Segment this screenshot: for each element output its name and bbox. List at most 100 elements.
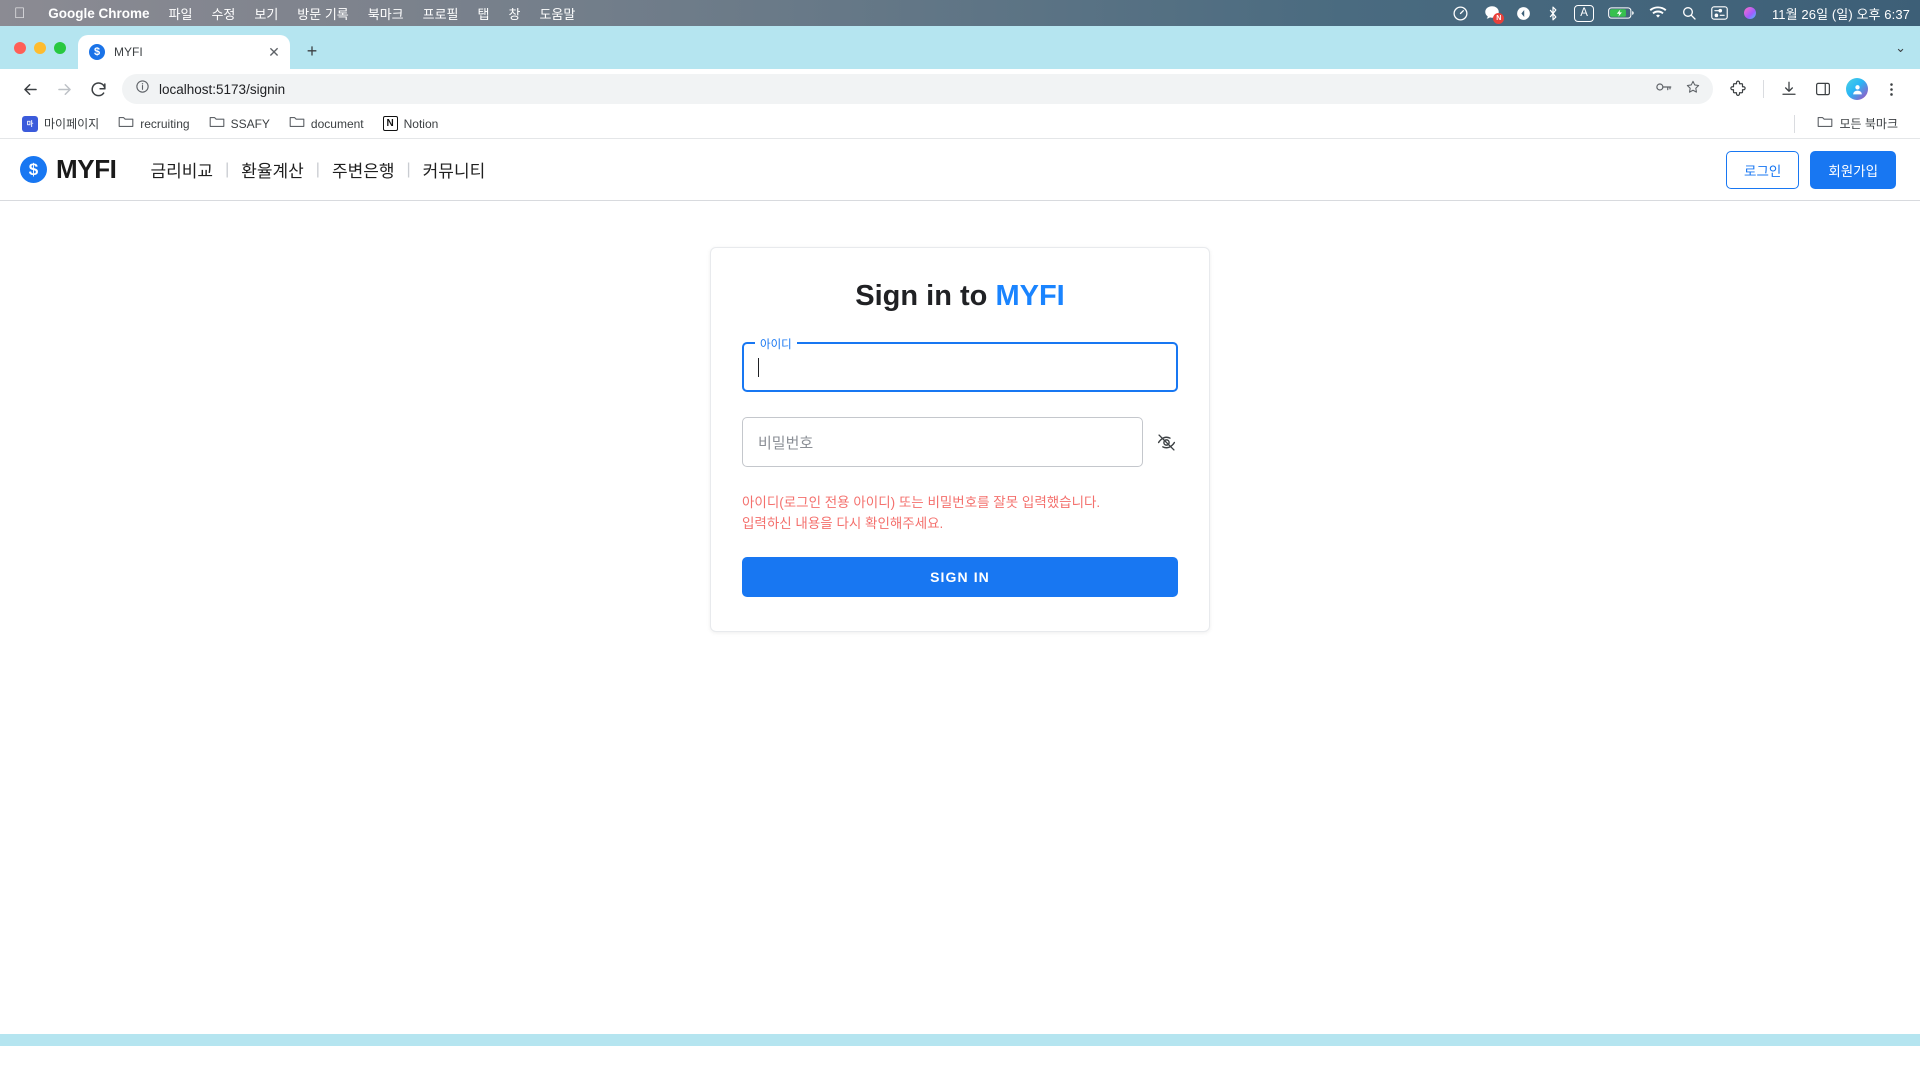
apple-logo-icon[interactable]:  — [14, 6, 25, 21]
browser-tab-title: MYFI — [114, 45, 143, 59]
eye-off-icon[interactable] — [1154, 430, 1178, 454]
new-tab-button[interactable]: + — [297, 36, 327, 66]
address-bar-url[interactable]: localhost:5173/signin — [159, 82, 1646, 97]
minimize-window-button[interactable] — [34, 41, 46, 54]
site-info-icon[interactable] — [135, 79, 150, 99]
login-button[interactable]: 로그인 — [1726, 150, 1800, 189]
messages-icon[interactable]: N — [1483, 4, 1505, 24]
page-viewport: $ MYFI 금리비교 | 환율계산 | 주변은행 | 커뮤니티 로그인 회원가… — [0, 139, 1920, 1046]
wifi-icon[interactable] — [1649, 6, 1667, 20]
side-panel-icon[interactable] — [1808, 74, 1838, 104]
sign-in-button[interactable]: SIGN IN — [742, 556, 1178, 597]
bookmarks-bar: 마 마이페이지 recruiting SSAFY document N Noti… — [0, 109, 1920, 139]
password-input[interactable]: 비밀번호 — [742, 417, 1143, 467]
toolbar-divider — [1763, 80, 1764, 98]
id-field[interactable]: 아이디 — [742, 336, 1178, 392]
browser-tab[interactable]: $ MYFI ✕ — [78, 35, 290, 69]
dollar-circle-icon: $ — [20, 156, 47, 183]
chevron-down-icon[interactable]: ⌄ — [1895, 40, 1906, 56]
download-icon[interactable] — [1774, 74, 1804, 104]
profile-avatar[interactable] — [1842, 74, 1872, 104]
notion-favicon-icon: N — [382, 116, 398, 131]
menubar-item-tab[interactable]: 탭 — [478, 4, 490, 23]
signin-title: Sign in to MYFI — [742, 280, 1178, 313]
bookmarks-divider — [1794, 114, 1796, 133]
error-messages: 아이디(로그인 전용 아이디) 또는 비밀번호를 잘못 입력했습니다. 입력하신… — [742, 493, 1178, 535]
menubar-item-view[interactable]: 보기 — [254, 4, 278, 23]
search-icon[interactable] — [1681, 5, 1697, 21]
nav-item-exchange-calc[interactable]: 환율계산 — [229, 157, 316, 182]
dollar-circle-favicon-icon: $ — [89, 44, 105, 60]
window-traffic-lights — [12, 26, 78, 69]
header-actions: 로그인 회원가입 — [1726, 150, 1896, 189]
bookmark-item-notion[interactable]: N Notion — [375, 112, 447, 135]
browser-tabstrip: $ MYFI ✕ + ⌄ — [0, 26, 1920, 69]
signin-card: Sign in to MYFI 아이디 비밀번호 아이디(로그인 전용 아이디)… — [710, 247, 1210, 632]
nav-item-nearby-banks[interactable]: 주변은행 — [320, 157, 407, 182]
password-key-icon[interactable] — [1655, 80, 1673, 99]
star-icon[interactable] — [1685, 79, 1701, 100]
toolbar-right-controls — [1723, 74, 1906, 104]
id-field-label: 아이디 — [755, 336, 797, 352]
bookmark-item-mypage[interactable]: 마 마이페이지 — [14, 111, 107, 136]
signin-title-brand: MYFI — [995, 280, 1065, 312]
menubar-datetime[interactable]: 11월 26일 (일) 오후 6:37 — [1772, 4, 1910, 23]
error-line: 아이디(로그인 전용 아이디) 또는 비밀번호를 잘못 입력했습니다. — [742, 495, 1101, 510]
nav-item-rate-compare[interactable]: 금리비교 — [139, 157, 226, 182]
three-dots-menu-icon[interactable] — [1876, 74, 1906, 104]
bookmark-label: Notion — [403, 116, 439, 131]
bookmark-item-document[interactable]: document — [281, 111, 372, 136]
menubar-item-bookmarks[interactable]: 북마크 — [368, 4, 404, 23]
folder-icon — [209, 115, 225, 132]
text-caret — [758, 357, 759, 377]
password-field-row: 비밀번호 — [742, 417, 1178, 467]
input-source-icon[interactable]: A — [1574, 4, 1594, 22]
close-tab-button[interactable]: ✕ — [266, 44, 282, 60]
macos-menubar:  Google Chrome 파일 수정 보기 방문 기록 북마크 프로필 탭… — [0, 0, 1920, 26]
nav-item-community[interactable]: 커뮤니티 — [411, 157, 498, 182]
siri-icon[interactable] — [1742, 5, 1758, 21]
menubar-item-profiles[interactable]: 프로필 — [423, 4, 459, 23]
signin-title-prefix: Sign in to — [855, 280, 996, 312]
menubar-item-edit[interactable]: 수정 — [211, 4, 235, 23]
tabstrip-right-controls: ⌄ — [1895, 26, 1920, 69]
window-bottom-edge — [0, 1034, 1920, 1046]
browser-toolbar: localhost:5173/signin — [0, 69, 1920, 109]
back-button[interactable] — [14, 73, 46, 105]
all-bookmarks-label: 모든 북마크 — [1839, 117, 1898, 131]
site-favicon-icon: 마 — [22, 115, 38, 132]
timer-icon[interactable] — [1452, 5, 1469, 22]
folder-icon — [289, 115, 305, 132]
brand-name: MYFI — [56, 154, 117, 184]
password-placeholder: 비밀번호 — [758, 434, 814, 452]
signup-button[interactable]: 회원가입 — [1810, 150, 1896, 189]
main-navigation: 금리비교 | 환율계산 | 주변은행 | 커뮤니티 — [139, 157, 498, 182]
brand-logo[interactable]: $ MYFI — [20, 154, 117, 185]
menubar-item-window[interactable]: 창 — [508, 4, 520, 23]
close-window-button[interactable] — [14, 41, 26, 54]
dropbox-icon[interactable] — [1515, 5, 1532, 22]
control-center-icon[interactable] — [1711, 6, 1728, 20]
forward-button[interactable] — [48, 73, 80, 105]
menubar-item-history[interactable]: 방문 기록 — [297, 4, 348, 23]
bookmark-item-recruiting[interactable]: recruiting — [110, 111, 197, 136]
bookmark-label: document — [310, 116, 364, 131]
menubar-item-file[interactable]: 파일 — [169, 4, 193, 23]
site-header: $ MYFI 금리비교 | 환율계산 | 주변은행 | 커뮤니티 로그인 회원가… — [0, 139, 1920, 201]
folder-icon — [1817, 115, 1833, 132]
bookmark-label: recruiting — [140, 116, 190, 131]
extensions-puzzle-icon[interactable] — [1723, 74, 1753, 104]
reload-button[interactable] — [82, 73, 114, 105]
menubar-app-name[interactable]: Google Chrome — [48, 6, 149, 21]
maximize-window-button[interactable] — [54, 41, 66, 54]
signin-card-wrapper: Sign in to MYFI 아이디 비밀번호 아이디(로그인 전용 아이디)… — [0, 201, 1920, 632]
bluetooth-icon[interactable] — [1546, 5, 1560, 22]
all-bookmarks-button[interactable]: 모든 북마크 — [1809, 111, 1906, 136]
menubar-item-help[interactable]: 도움말 — [539, 4, 575, 23]
bookmark-item-ssafy[interactable]: SSAFY — [201, 111, 278, 136]
address-bar[interactable]: localhost:5173/signin — [122, 74, 1713, 104]
bookmark-label: 마이페이지 — [44, 117, 100, 131]
folder-icon — [118, 115, 134, 132]
battery-icon[interactable] — [1608, 6, 1635, 20]
messages-badge: N — [1493, 13, 1505, 24]
